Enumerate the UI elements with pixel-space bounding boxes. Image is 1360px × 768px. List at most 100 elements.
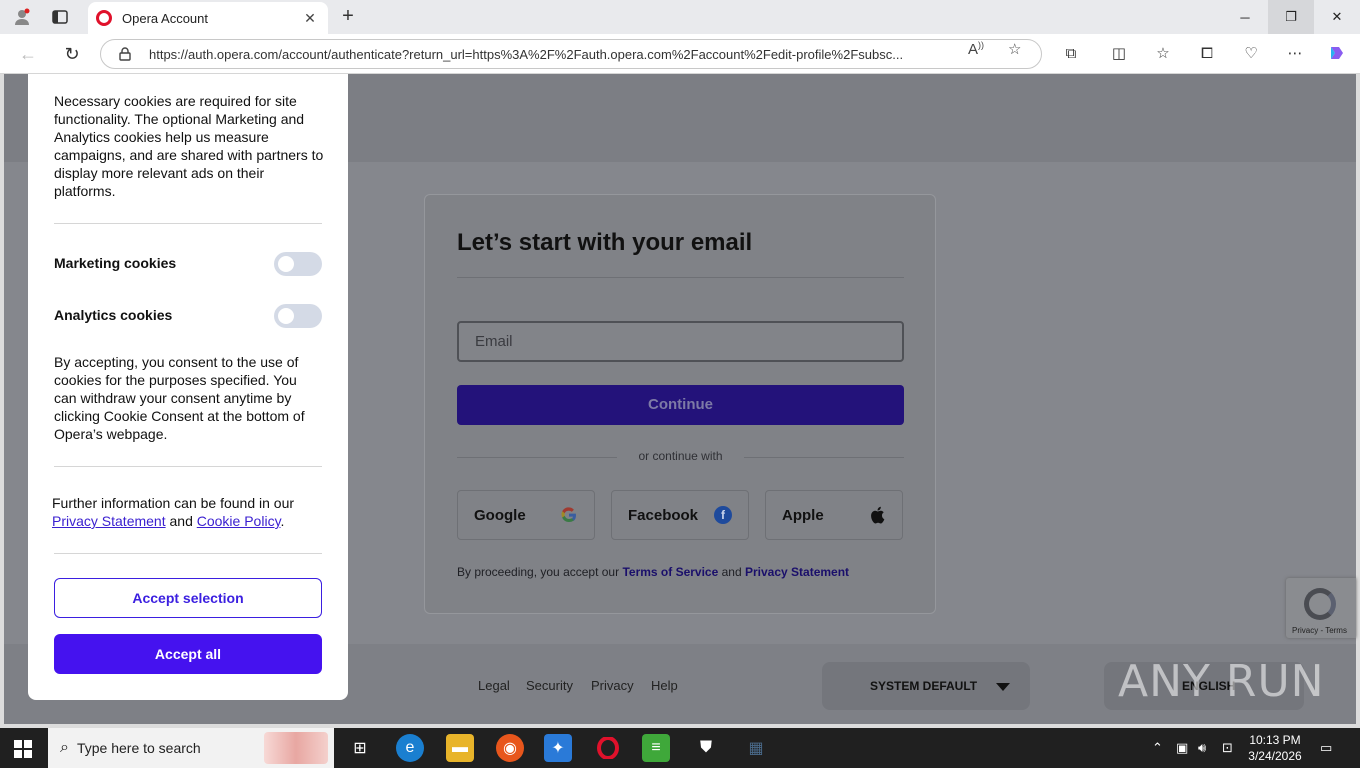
task-view-icon[interactable]: ⊞ — [346, 734, 374, 762]
more-menu-icon[interactable]: ⋯ — [1284, 43, 1306, 65]
lock-icon[interactable] — [119, 47, 133, 61]
volume-icon[interactable]: 🔊︎ — [1198, 740, 1206, 756]
clock[interactable]: 10:13 PM 3/24/2026 — [1240, 732, 1310, 764]
extensions-icon[interactable]: ⧉ — [1060, 43, 1082, 65]
collections-icon[interactable]: ⧠ — [1196, 43, 1218, 65]
terms-and: and — [721, 565, 742, 579]
back-icon[interactable]: ← — [16, 42, 40, 66]
terms-of-service-link[interactable]: Terms of Service — [622, 565, 718, 579]
toggle-knob — [278, 308, 294, 324]
taskbar-search[interactable]: ⌕ Type here to search — [48, 728, 334, 768]
search-icon: ⌕ — [60, 739, 69, 756]
read-aloud-icon[interactable]: A)) — [968, 40, 984, 58]
google-icon — [560, 506, 578, 524]
email-field[interactable]: Email — [457, 321, 904, 362]
taskbar: ⌕ Type here to search ⊞ e ▬ ◉ ✦ ≡ ⛊ ▦ ⌃ … — [0, 728, 1360, 768]
copilot-icon[interactable] — [1326, 43, 1348, 65]
notifications-icon[interactable]: ▭ — [1320, 740, 1332, 756]
chevron-down-icon — [996, 683, 1010, 691]
favorite-star-icon[interactable]: ☆ — [1008, 40, 1021, 58]
continue-button[interactable]: Continue — [457, 385, 904, 425]
facebook-icon: f — [714, 506, 732, 524]
watermark: ANY RUN — [1118, 656, 1325, 707]
marketing-cookies-toggle[interactable] — [274, 252, 322, 276]
restore-icon[interactable]: ❐ — [1268, 0, 1314, 34]
app-icon[interactable]: ✦ — [544, 734, 572, 762]
app-icon[interactable]: ▦ — [742, 734, 770, 762]
consent-text: By accepting, you consent to the use of … — [54, 354, 305, 442]
favorites-icon[interactable]: ☆ — [1152, 43, 1174, 65]
divider — [54, 223, 322, 224]
file-explorer-icon[interactable]: ▬ — [446, 734, 474, 762]
analytics-cookies-toggle[interactable] — [274, 304, 322, 328]
meet-now-icon[interactable]: ▣ — [1176, 740, 1188, 756]
signin-heading: Let’s start with your email — [457, 229, 753, 256]
windows-start-icon[interactable] — [14, 740, 32, 758]
privacy-statement-link[interactable]: Privacy Statement — [745, 565, 849, 579]
divider-right — [744, 457, 904, 458]
bluestacks-icon[interactable]: ≡ — [642, 734, 670, 762]
refresh-icon[interactable]: ↻ — [60, 42, 84, 66]
divider — [54, 466, 322, 467]
clock-time: 10:13 PM — [1249, 733, 1301, 747]
apple-button[interactable]: Apple — [765, 490, 903, 540]
footer-link-legal[interactable]: Legal — [478, 678, 510, 693]
recaptcha-badge[interactable]: Privacy - Terms — [1286, 578, 1356, 638]
address-bar: ← ↻ https://auth.opera.com/account/authe… — [0, 34, 1360, 74]
split-screen-icon[interactable]: ◫ — [1108, 43, 1130, 65]
facebook-label: Facebook — [628, 506, 699, 524]
url-text: https://auth.opera.com/account/authentic… — [149, 46, 904, 62]
game-icon[interactable]: ⛊ — [692, 734, 720, 762]
opera-icon[interactable] — [594, 734, 622, 762]
theme-select-value: SYSTEM DEFAULT — [870, 679, 978, 693]
tab-opera-account[interactable]: Opera Account ✕ — [88, 2, 328, 34]
show-hidden-icons[interactable]: ⌃ — [1152, 740, 1163, 756]
footer-link-help[interactable]: Help — [651, 678, 678, 693]
marketing-cookies-label: Marketing cookies — [54, 255, 177, 271]
opera-logo-icon — [96, 10, 112, 26]
close-tab-icon[interactable]: ✕ — [300, 10, 320, 27]
accept-all-button[interactable]: Accept all — [54, 634, 322, 674]
further-info-and: and — [169, 513, 193, 529]
signin-card: Let’s start with your email Email Contin… — [424, 194, 936, 614]
network-icon[interactable]: ⊡ — [1222, 740, 1233, 756]
apple-label: Apple — [782, 506, 824, 524]
recaptcha-icon — [1304, 588, 1336, 620]
divider — [457, 277, 904, 278]
toggle-knob — [278, 256, 294, 272]
tab-actions-icon[interactable] — [48, 5, 72, 29]
or-continue-with-text: or continue with — [638, 449, 723, 463]
clock-date: 3/24/2026 — [1248, 749, 1302, 763]
firefox-icon[interactable]: ◉ — [496, 734, 524, 762]
facebook-button[interactable]: Facebook f — [611, 490, 749, 540]
accept-selection-button[interactable]: Accept selection — [54, 578, 322, 618]
search-highlight-image — [264, 732, 328, 764]
tab-title: Opera Account — [122, 10, 208, 26]
apple-icon — [868, 506, 886, 524]
taskbar-search-text: Type here to search — [76, 740, 201, 756]
profile-icon[interactable] — [10, 5, 34, 29]
cookie-consent-panel: Necessary cookies are required for site … — [28, 74, 348, 700]
google-label: Google — [474, 506, 526, 524]
theme-select[interactable]: SYSTEM DEFAULT — [822, 662, 1030, 710]
cookie-intro-text: Necessary cookies are required for site … — [54, 93, 324, 199]
close-window-icon[interactable]: ✕ — [1314, 0, 1360, 34]
google-button[interactable]: Google — [457, 490, 595, 540]
further-info-prefix: Further information can be found in our — [52, 495, 295, 511]
footer-link-privacy[interactable]: Privacy — [591, 678, 634, 693]
footer-link-security[interactable]: Security — [526, 678, 573, 693]
tab-bar: Opera Account ✕ + ─ ❐ ✕ — [0, 0, 1360, 34]
minimize-icon[interactable]: ─ — [1222, 0, 1268, 34]
privacy-statement-link[interactable]: Privacy Statement — [52, 513, 166, 529]
new-tab-icon[interactable]: + — [336, 5, 360, 29]
browser-essentials-icon[interactable]: ♡ — [1240, 43, 1262, 65]
further-info-text: Further information can be found in our … — [52, 494, 322, 530]
divider — [54, 553, 322, 554]
terms-text: By proceeding, you accept our Terms of S… — [457, 565, 849, 579]
edge-icon[interactable]: e — [396, 734, 424, 762]
recaptcha-text[interactable]: Privacy - Terms — [1292, 626, 1347, 635]
cookie-policy-link[interactable]: Cookie Policy — [197, 513, 281, 529]
or-divider: or continue with — [457, 449, 904, 465]
analytics-cookies-label: Analytics cookies — [54, 307, 173, 323]
url-field[interactable]: https://auth.opera.com/account/authentic… — [100, 39, 1042, 69]
